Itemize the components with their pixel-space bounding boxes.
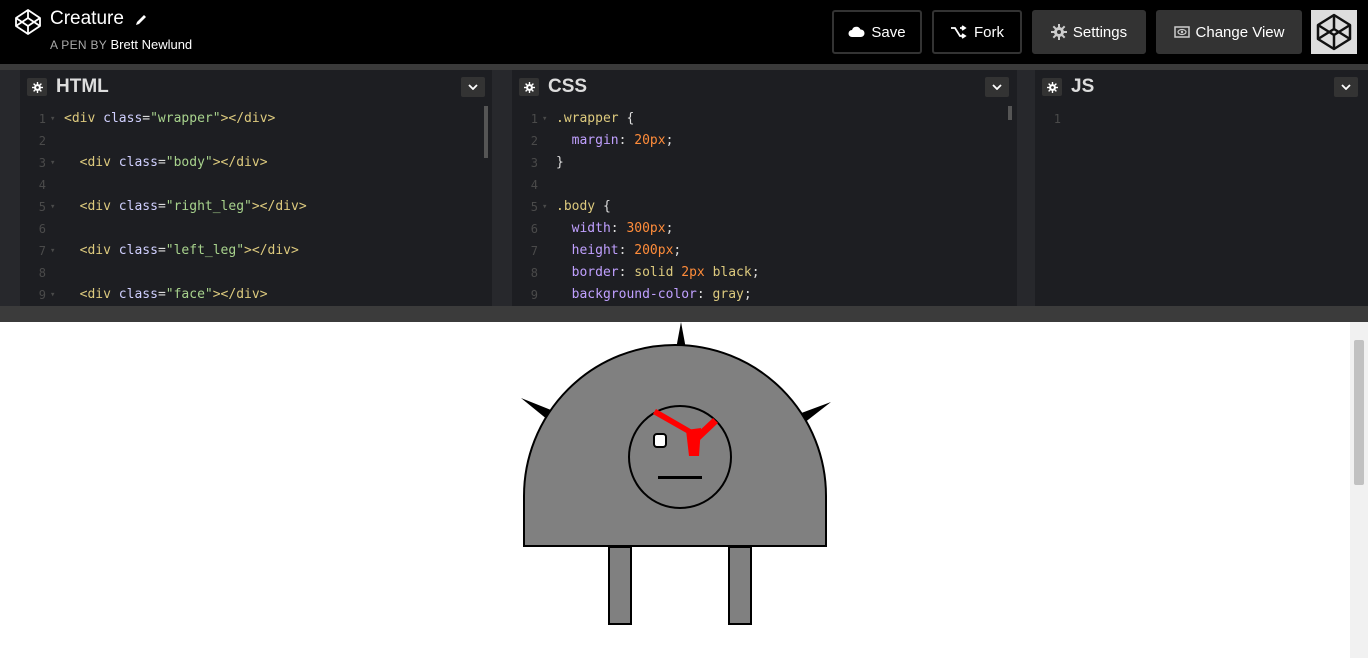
- code-text: <div class="right_leg"></div>: [64, 199, 307, 214]
- css-pane-header: CSS: [512, 70, 1017, 104]
- left-resize-strip[interactable]: [0, 70, 20, 306]
- line-number: 3: [38, 156, 46, 170]
- gear-icon: [523, 81, 535, 93]
- change-view-button[interactable]: Change View: [1156, 10, 1302, 54]
- html-collapse-button[interactable]: [461, 77, 485, 97]
- code-text: <div class="wrapper"></div>: [64, 111, 276, 126]
- line-number: 8: [38, 266, 46, 280]
- code-text: <div class="body"></div>: [64, 155, 268, 170]
- css-pane: CSS 1 ▾ .wrapper { 2 margin: 20px; 3} 4 5 ▾ .bod…: [512, 70, 1017, 306]
- css-scrollbar[interactable]: [1008, 106, 1012, 120]
- code-text: border: solid 2px black;: [556, 265, 760, 280]
- line-number: 8: [530, 266, 538, 280]
- line-number: 5: [530, 200, 538, 214]
- line-number: 6: [530, 222, 538, 236]
- code-text: width: 300px;: [556, 221, 674, 236]
- top-bar: Creature A PEN BY Brett Newlund Save For…: [0, 0, 1368, 64]
- line-number: 1: [38, 112, 46, 126]
- preview-scrollbar[interactable]: [1350, 322, 1368, 658]
- code-text: <div class="left_leg"></div>: [64, 243, 299, 258]
- css-settings-button[interactable]: [519, 78, 539, 96]
- chevron-down-icon: [1341, 84, 1351, 90]
- line-number: 1: [1053, 112, 1061, 126]
- line-number: 2: [38, 134, 46, 148]
- code-text: height: 200px;: [556, 243, 682, 258]
- line-number: 2: [530, 134, 538, 148]
- code-text: margin: 20px;: [556, 133, 674, 148]
- line-number: 4: [530, 178, 538, 192]
- fold-arrow-icon[interactable]: ▾: [50, 108, 55, 130]
- save-label: Save: [871, 23, 906, 41]
- avatar-logo-icon: [1311, 10, 1357, 54]
- creature-mouth: [658, 476, 702, 479]
- creature-eye: [653, 433, 667, 448]
- settings-label: Settings: [1072, 23, 1128, 41]
- css-js-resizer[interactable]: [1017, 70, 1035, 306]
- js-code-editor[interactable]: 1: [1035, 108, 1368, 306]
- codepen-logo-icon[interactable]: [14, 8, 42, 36]
- fork-label: Fork: [974, 23, 1004, 41]
- html-pane: HTML 1 ▾ <div class="wrapper"></div> 2 3 ▾ <d…: [20, 70, 492, 306]
- fold-arrow-icon[interactable]: ▾: [542, 196, 547, 218]
- line-number: 7: [530, 244, 538, 258]
- line-number: 1: [530, 112, 538, 126]
- fold-arrow-icon[interactable]: ▾: [50, 196, 55, 218]
- line-number: 4: [38, 178, 46, 192]
- html-pane-header: HTML: [20, 70, 492, 104]
- creature-drawing: [521, 322, 831, 625]
- preview-scrollbar-thumb[interactable]: [1354, 340, 1364, 485]
- editor-preview-resizer[interactable]: [0, 306, 1368, 322]
- line-number: 3: [530, 156, 538, 170]
- gear-icon: [31, 81, 43, 93]
- js-pane-title: JS: [1071, 76, 1095, 97]
- chevron-down-icon: [468, 84, 478, 90]
- pen-title[interactable]: Creature: [50, 8, 124, 30]
- fold-arrow-icon[interactable]: ▾: [50, 240, 55, 262]
- js-pane: JS 1: [1035, 70, 1368, 306]
- js-collapse-button[interactable]: [1334, 77, 1358, 97]
- html-pane-title: HTML: [56, 76, 109, 97]
- cloud-icon: [848, 26, 865, 37]
- line-number: 5: [38, 200, 46, 214]
- code-text: .body {: [556, 199, 611, 214]
- change-view-label: Change View: [1195, 23, 1285, 41]
- fork-button[interactable]: Fork: [932, 10, 1022, 54]
- fold-arrow-icon[interactable]: ▾: [50, 152, 55, 174]
- fork-icon: [951, 25, 967, 39]
- gear-icon: [1050, 24, 1067, 40]
- byline-prefix: A PEN BY: [50, 38, 107, 52]
- html-css-resizer[interactable]: [492, 70, 512, 306]
- html-code-editor[interactable]: 1 ▾ <div class="wrapper"></div> 2 3 ▾ <div cl…: [20, 108, 492, 306]
- result-preview: [0, 322, 1368, 658]
- css-code-editor[interactable]: 1 ▾ .wrapper { 2 margin: 20px; 3} 4 5 ▾ .body { 6…: [512, 108, 1017, 306]
- right-leg: [728, 546, 752, 625]
- pencil-icon[interactable]: [133, 12, 149, 28]
- code-text: <div class="face"></div>: [64, 287, 268, 302]
- js-pane-header: JS: [1035, 70, 1368, 104]
- code-text: background-color: gray;: [556, 287, 752, 302]
- fold-arrow-icon[interactable]: ▾: [50, 284, 55, 306]
- html-scrollbar[interactable]: [484, 106, 488, 158]
- css-collapse-button[interactable]: [985, 77, 1009, 97]
- pen-byline: A PEN BY Brett Newlund: [50, 37, 192, 52]
- chevron-down-icon: [992, 84, 1002, 90]
- css-pane-title: CSS: [548, 76, 588, 97]
- line-number: 9: [38, 288, 46, 302]
- html-settings-button[interactable]: [27, 78, 47, 96]
- author-link[interactable]: Brett Newlund: [111, 37, 193, 52]
- line-number: 6: [38, 222, 46, 236]
- left-leg: [608, 546, 632, 625]
- save-button[interactable]: Save: [832, 10, 922, 54]
- line-number: 9: [530, 288, 538, 302]
- user-avatar[interactable]: [1311, 10, 1357, 54]
- editor-area: HTML 1 ▾ <div class="wrapper"></div> 2 3 ▾ <d…: [0, 64, 1368, 322]
- line-number: 7: [38, 244, 46, 258]
- fold-arrow-icon[interactable]: ▾: [542, 108, 547, 130]
- settings-button[interactable]: Settings: [1032, 10, 1146, 54]
- code-text: .wrapper {: [556, 111, 635, 126]
- code-text: }: [556, 155, 564, 170]
- change-view-icon: [1173, 26, 1190, 38]
- js-settings-button[interactable]: [1042, 78, 1062, 96]
- gear-icon: [1046, 81, 1058, 93]
